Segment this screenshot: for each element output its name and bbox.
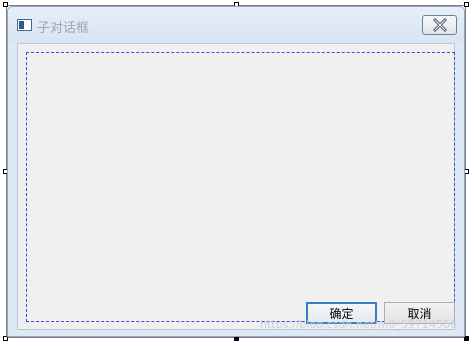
resize-handle-top-right[interactable]	[464, 2, 469, 7]
watermark: https://blog.csdn.net/m0_59714566	[260, 318, 457, 331]
resize-handle-top-left[interactable]	[3, 2, 8, 7]
close-button[interactable]	[422, 15, 457, 35]
title-bar[interactable]: 子对话框	[8, 7, 464, 43]
window-title: 子对话框	[37, 21, 90, 36]
child-dialog-window: 子对话框 确定 取消	[7, 6, 465, 337]
dialog-client-area: 确定 取消	[17, 43, 455, 330]
dialog-app-icon	[17, 19, 32, 31]
layout-guide	[26, 52, 455, 322]
close-icon	[433, 18, 447, 32]
